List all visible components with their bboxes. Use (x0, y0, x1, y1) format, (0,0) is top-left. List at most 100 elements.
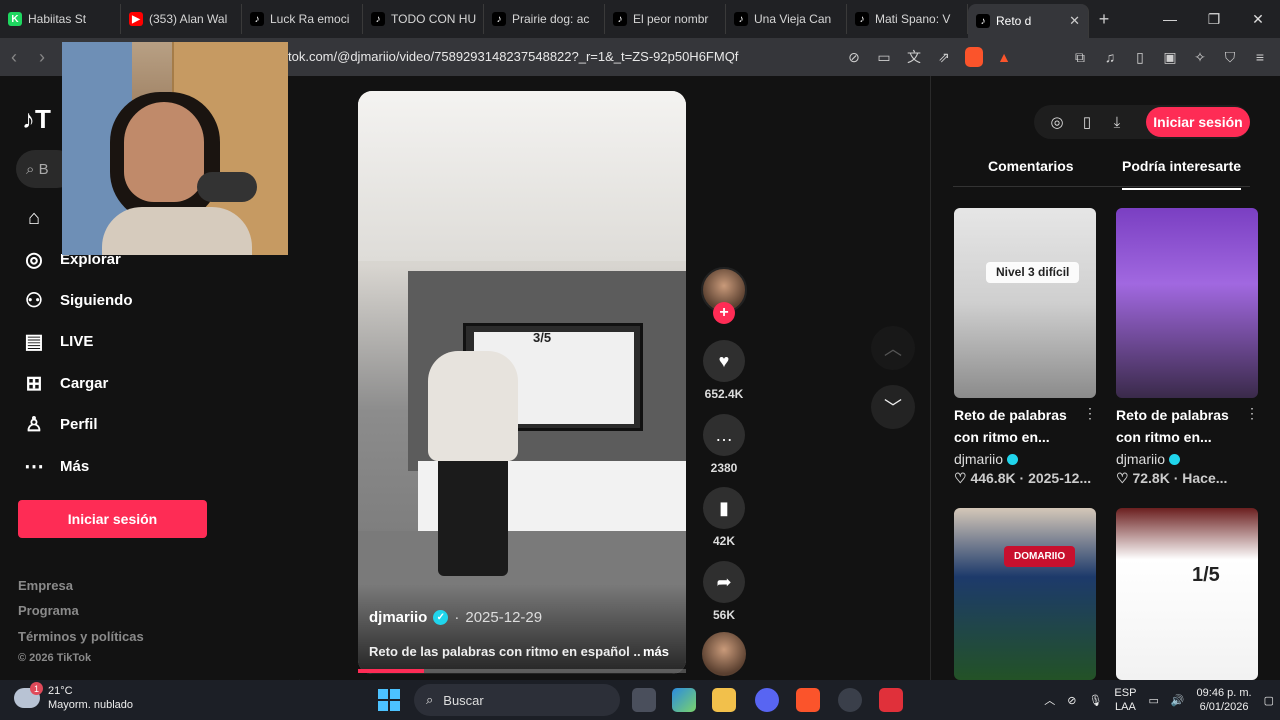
previous-video-button[interactable]: ︿ (871, 326, 915, 370)
sidebar-item-following[interactable]: ⚇ Siguiendo (22, 288, 132, 312)
tab-title: Reto d (996, 14, 1032, 28)
discord-icon[interactable] (755, 688, 779, 712)
next-video-button[interactable]: ﹀ (871, 385, 915, 429)
forward-button[interactable]: › (28, 47, 56, 68)
media-icon[interactable]: ♫ (1098, 45, 1122, 69)
bookmark-icon: ▮ (703, 487, 745, 529)
video-player[interactable] (358, 91, 686, 674)
upload-icon: ⊞ (25, 372, 43, 395)
video-author[interactable]: djmariio ✓ · 2025-12-29 (369, 609, 542, 626)
phone-icon[interactable]: ▯ (1076, 111, 1098, 133)
video-progress-fill (358, 669, 424, 673)
sidebar-panel-icon[interactable]: ⧉ (1068, 45, 1092, 69)
chevron-up-icon[interactable]: ︿ (1044, 692, 1055, 708)
card-author[interactable]: djmariio (954, 451, 1019, 467)
recommended-thumbnail[interactable] (1116, 208, 1258, 398)
notification-icon[interactable]: ▢ (1264, 694, 1274, 707)
card-author[interactable]: djmariio (1116, 451, 1181, 467)
close-tab-icon[interactable]: ✕ (1069, 13, 1080, 29)
tab-favicon-icon: ♪ (250, 12, 264, 26)
card-title[interactable]: Reto de palabras con ritmo en... (1116, 404, 1238, 448)
language-indicator[interactable]: ESP LAA (1114, 686, 1136, 714)
clock[interactable]: 09:46 p. m. 6/01/2026 (1197, 686, 1252, 714)
compass-icon[interactable]: ◎ (1046, 111, 1068, 133)
vpn-icon[interactable]: ⛉ (1218, 45, 1242, 69)
file-explorer-icon[interactable] (712, 688, 736, 712)
share-action[interactable]: ➦ 56K (703, 561, 745, 622)
menu-icon[interactable]: ≡ (1248, 45, 1272, 69)
card-menu-icon[interactable]: ⋮ (1245, 405, 1259, 422)
recommended-thumbnail[interactable]: 1/5 (1116, 508, 1258, 680)
close-window-button[interactable]: ✕ (1236, 0, 1280, 38)
windows-start-icon[interactable] (378, 689, 400, 711)
browser-tab[interactable]: ♪ Reto d ✕ (968, 4, 1089, 38)
split-view-icon[interactable]: ▯ (1128, 45, 1152, 69)
app-icon[interactable] (838, 688, 862, 712)
tiktok-logo[interactable]: ♪T (22, 104, 51, 135)
weather-widget[interactable]: 1 21°C Mayorm. nublado (14, 682, 133, 712)
task-view-icon[interactable] (632, 688, 656, 712)
follow-plus-button[interactable]: + (713, 302, 735, 324)
sidebar-item-upload[interactable]: ⊞ Cargar (22, 371, 109, 395)
recommended-thumbnail[interactable]: DOMARIIO (954, 508, 1096, 680)
display-icon[interactable]: ▭ (1148, 694, 1158, 707)
footer-link-programa[interactable]: Programa (18, 603, 79, 618)
sound-avatar[interactable] (702, 632, 746, 676)
microphone-icon[interactable]: 🎙 (1088, 694, 1102, 707)
video-progress-bar[interactable] (358, 669, 686, 673)
sidebar-item-live[interactable]: ▤ LIVE (22, 329, 94, 353)
sidebar-item-home[interactable]: ⌂ (22, 206, 46, 230)
network-off-icon[interactable]: ⊘ (1067, 694, 1076, 707)
wallet-icon[interactable]: ▣ (1158, 45, 1182, 69)
maximize-button[interactable]: ❐ (1192, 0, 1236, 38)
browser-tab[interactable]: ♪ El peor nombr (605, 4, 726, 34)
sidebar-item-label: Más (60, 457, 90, 475)
following-icon: ⚇ (25, 289, 43, 312)
more-icon: ⋯ (24, 455, 44, 478)
like-action[interactable]: ♥ 652.4K (703, 340, 745, 401)
brave-shield-icon[interactable] (962, 45, 986, 69)
recommended-thumbnail[interactable]: Nivel 3 difícil (954, 208, 1096, 398)
more-button[interactable]: más (643, 644, 669, 659)
browser-tab[interactable]: K Habiitas St (0, 4, 121, 34)
tab-comments[interactable]: Comentarios (988, 158, 1074, 174)
thumbnail-text: Nivel 3 difícil (986, 262, 1080, 283)
brave-browser-icon[interactable] (796, 688, 820, 712)
sidebar-item-label: LIVE (60, 332, 94, 350)
card-menu-icon[interactable]: ⋮ (1083, 405, 1097, 422)
m365-icon[interactable] (672, 688, 696, 712)
browser-tab[interactable]: ▶ (353) Alan Wal (121, 4, 242, 34)
brave-rewards-icon[interactable]: ▲ (992, 45, 1016, 69)
leo-ai-icon[interactable]: ✧ (1188, 45, 1212, 69)
app-red-icon[interactable] (879, 688, 903, 712)
sidebar-item-more[interactable]: ⋯ Más (22, 454, 89, 478)
minimize-button[interactable]: — (1148, 0, 1192, 38)
translate-icon[interactable]: 文 (902, 45, 926, 69)
no-image-icon[interactable]: ⊘ (842, 45, 866, 69)
comment-action[interactable]: … 2380 (703, 414, 745, 475)
url-text[interactable]: tok.com/@djmariio/video/7589293148237548… (288, 49, 738, 64)
comment-icon: … (703, 414, 745, 456)
browser-tab[interactable]: ♪ Prairie dog: ac (484, 4, 605, 34)
save-action[interactable]: ▮ 42K (703, 487, 745, 548)
header-login-button[interactable]: Iniciar sesión (1146, 107, 1250, 137)
taskbar-search[interactable]: ⌕ Buscar (414, 684, 620, 716)
volume-icon[interactable]: 🔊 (1171, 694, 1185, 707)
sidebar-item-profile[interactable]: ♙ Perfil (22, 412, 97, 436)
footer-link-terms[interactable]: Términos y políticas (18, 629, 144, 644)
browser-tab[interactable]: ♪ TODO CON HU (363, 4, 484, 34)
back-button[interactable]: ‹ (0, 47, 28, 68)
new-tab-button[interactable]: + (1089, 9, 1119, 30)
browser-tab[interactable]: ♪ Mati Spano: V (847, 4, 968, 34)
download-icon[interactable]: ⤓ (1106, 111, 1128, 133)
share-arrow-icon: ➦ (703, 561, 745, 603)
footer-link-empresa[interactable]: Empresa (18, 578, 73, 593)
card-author-name: djmariio (1116, 451, 1166, 467)
cast-icon[interactable]: ▭ (872, 45, 896, 69)
card-title[interactable]: Reto de palabras con ritmo en... (954, 404, 1076, 448)
browser-tab[interactable]: ♪ Luck Ra emoci (242, 4, 363, 34)
browser-tab[interactable]: ♪ Una Vieja Can (726, 4, 847, 34)
compass-icon: ◎ (25, 248, 43, 271)
login-button[interactable]: Iniciar sesión (18, 500, 207, 538)
share-icon[interactable]: ⇗ (932, 45, 956, 69)
